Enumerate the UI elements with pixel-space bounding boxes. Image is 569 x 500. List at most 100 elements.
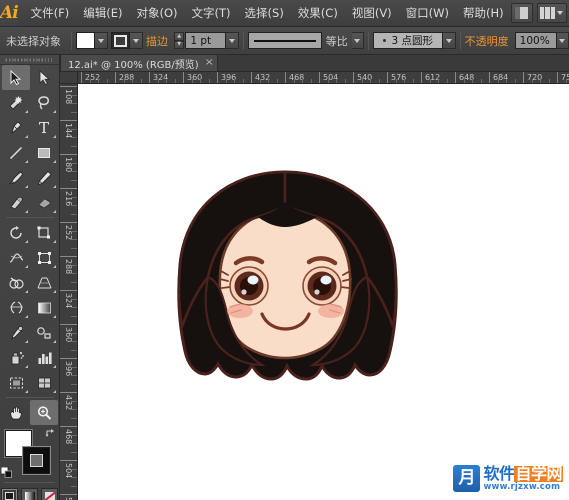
brush-definition-dropdown-icon[interactable]	[352, 32, 364, 49]
fill-color-control[interactable]	[76, 32, 108, 49]
ruler-minor-tick-v	[71, 469, 78, 470]
lasso-tool[interactable]	[30, 90, 58, 115]
menu-window[interactable]: 窗口(W)	[399, 1, 456, 25]
ruler-minor-tick-v	[71, 265, 78, 266]
free-transform-tool[interactable]	[30, 245, 58, 270]
vertical-ruler[interactable]: 108144180216252288324360396432468504540	[60, 84, 78, 500]
rotate-tool[interactable]	[2, 220, 30, 245]
menu-edit[interactable]: 编辑(E)	[76, 1, 129, 25]
menu-object[interactable]: 对象(O)	[130, 1, 185, 25]
ruler-tick-v: 360	[60, 324, 78, 325]
type-tool[interactable]: T	[30, 115, 58, 140]
column-graph-tool[interactable]	[30, 345, 58, 370]
magic-wand-tool[interactable]	[2, 90, 30, 115]
ruler-tick-v: 324	[60, 290, 78, 291]
menu-help[interactable]: 帮助(H)	[456, 1, 511, 25]
ruler-minor-tick-v	[71, 477, 78, 478]
workspace-switcher-icon[interactable]	[537, 3, 567, 23]
ruler-tick-label: 324	[64, 293, 73, 308]
ruler-tick-v: 432	[60, 392, 78, 393]
watermark-logo-icon: 月	[453, 465, 480, 492]
opacity-label[interactable]: 不透明度	[465, 33, 509, 49]
ruler-tick-h: 540	[353, 72, 354, 84]
pen-tool[interactable]	[2, 115, 30, 140]
stroke-weight-stepper[interactable]: ▲▼	[174, 32, 184, 49]
menu-file[interactable]: 文件(F)	[24, 1, 77, 25]
line-segment-tool[interactable]	[2, 140, 30, 165]
canvas-artboard[interactable]: 月 软件 自学网 www.rjzxw.com	[78, 84, 569, 500]
ruler-minor-tick-v	[71, 341, 78, 342]
control-separator-3	[368, 32, 369, 50]
pencil-tool[interactable]	[30, 165, 58, 190]
paintbrush-tool[interactable]	[2, 165, 30, 190]
stroke-color-control[interactable]	[111, 32, 143, 49]
close-icon[interactable]: ×	[204, 58, 213, 68]
brush-definition-preview[interactable]	[248, 32, 322, 49]
arrange-documents-icon[interactable]	[511, 3, 533, 23]
blob-brush-tool[interactable]	[2, 190, 30, 215]
slice-tool[interactable]	[30, 370, 58, 395]
ruler-tick-label: 504	[64, 463, 73, 478]
eyedropper-tool[interactable]	[2, 320, 30, 345]
blend-tool[interactable]	[30, 320, 58, 345]
hand-tool[interactable]	[2, 400, 30, 425]
menu-effect[interactable]: 效果(C)	[291, 1, 345, 25]
ruler-minor-tick-v	[71, 163, 78, 164]
default-fill-stroke-icon[interactable]	[1, 467, 12, 478]
symbol-sprayer-tool[interactable]	[2, 345, 30, 370]
menu-select[interactable]: 选择(S)	[238, 1, 291, 25]
fill-dropdown-icon[interactable]	[95, 32, 108, 49]
perspective-grid-tool[interactable]	[30, 270, 58, 295]
horizontal-ruler[interactable]: 2522883243603964324685045405766126486847…	[78, 72, 569, 84]
eraser-tool[interactable]	[30, 190, 58, 215]
none-mode-button[interactable]	[41, 488, 58, 500]
swap-fill-stroke-icon[interactable]	[45, 428, 56, 439]
direct-selection-tool[interactable]	[30, 65, 58, 90]
ruler-corner[interactable]	[60, 72, 78, 84]
ruler-tick-label: 252	[64, 225, 73, 240]
zoom-tool[interactable]	[30, 400, 58, 425]
ruler-minor-tick-v	[71, 307, 78, 308]
graphic-style-dropdown-icon[interactable]	[443, 32, 455, 49]
color-mode-button[interactable]	[1, 488, 18, 500]
scale-tool[interactable]	[30, 220, 58, 245]
color-mode-buttons	[0, 485, 59, 500]
menu-view[interactable]: 视图(V)	[345, 1, 399, 25]
opacity-dropdown-icon[interactable]	[557, 32, 569, 49]
ruler-minor-tick-v	[71, 248, 78, 249]
gradient-tool[interactable]	[30, 295, 58, 320]
ruler-minor-tick-v	[71, 273, 78, 274]
control-separator-2	[243, 32, 244, 50]
stroke-dropdown-icon[interactable]	[130, 32, 143, 49]
stroke-weight-label[interactable]: 描边	[146, 33, 168, 49]
ruler-minor-tick-v	[71, 180, 78, 181]
selection-tool[interactable]	[2, 65, 30, 90]
menu-bar-right-controls	[511, 3, 569, 23]
artwork-cartoon-girl-head[interactable]	[158, 169, 413, 404]
watermark-text: 软件 自学网 www.rjzxw.com	[483, 466, 563, 492]
menu-type[interactable]: 文字(T)	[185, 1, 238, 25]
ruler-minor-tick-v	[71, 435, 78, 436]
fill-swatch[interactable]	[76, 32, 95, 49]
width-tool[interactable]	[2, 245, 30, 270]
ruler-tick-v: 288	[60, 256, 78, 257]
opacity-input[interactable]: 100%	[515, 32, 557, 49]
stroke-swatch[interactable]	[111, 32, 130, 49]
shape-builder-tool[interactable]	[2, 270, 30, 295]
graphic-style-dot-icon	[383, 39, 386, 42]
mesh-tool[interactable]	[2, 295, 30, 320]
ruler-minor-tick-v	[71, 452, 78, 453]
toolbox-drag-handle[interactable]	[0, 55, 59, 65]
ruler-tick-label: 108	[64, 89, 73, 104]
menu-items: 文件(F) 编辑(E) 对象(O) 文字(T) 选择(S) 效果(C) 视图(V…	[24, 1, 511, 25]
stroke-color-swatch[interactable]	[23, 447, 50, 474]
gradient-mode-button[interactable]	[21, 488, 38, 500]
rectangle-tool[interactable]	[30, 140, 58, 165]
ruler-tick-v: 468	[60, 426, 78, 427]
artboard-tool[interactable]	[2, 370, 30, 395]
stroke-weight-input[interactable]: 1 pt	[185, 32, 226, 49]
svg-text:T: T	[39, 120, 49, 136]
stroke-weight-dropdown-icon[interactable]	[226, 32, 238, 49]
document-tab[interactable]: 12.ai* @ 100% (RGB/预览) ×	[60, 54, 218, 71]
graphic-style-field[interactable]: 3 点圆形	[373, 32, 443, 49]
